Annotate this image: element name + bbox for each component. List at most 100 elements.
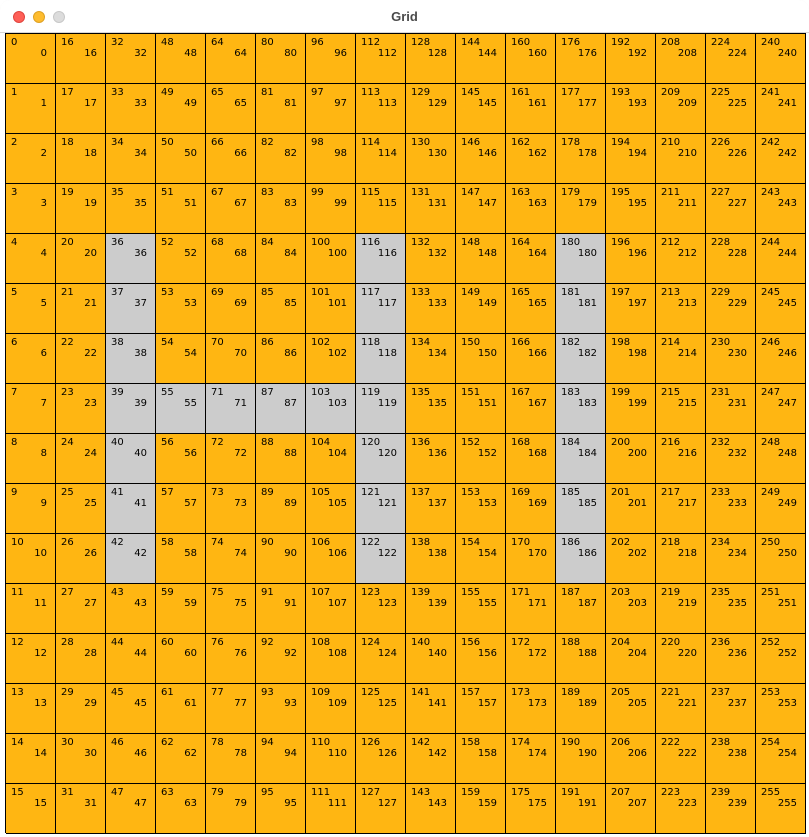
grid-cell[interactable]: 205 205 bbox=[606, 684, 656, 734]
grid-cell[interactable]: 190 190 bbox=[556, 734, 606, 784]
grid-cell[interactable]: 122 122 bbox=[356, 534, 406, 584]
grid-cell[interactable]: 212 212 bbox=[656, 234, 706, 284]
grid-cell[interactable]: 207 207 bbox=[606, 784, 656, 834]
grid-cell[interactable]: 98 98 bbox=[306, 134, 356, 184]
grid-cell[interactable]: 213 213 bbox=[656, 284, 706, 334]
grid-cell[interactable]: 140 140 bbox=[406, 634, 456, 684]
grid-cell[interactable]: 192 192 bbox=[606, 34, 656, 84]
grid-cell[interactable]: 173 173 bbox=[506, 684, 556, 734]
grid-cell[interactable]: 14 14 bbox=[6, 734, 56, 784]
grid-cell[interactable]: 248 248 bbox=[756, 434, 806, 484]
grid-cell[interactable]: 194 194 bbox=[606, 134, 656, 184]
grid-cell[interactable]: 139 139 bbox=[406, 584, 456, 634]
grid-cell[interactable]: 11 11 bbox=[6, 584, 56, 634]
grid-cell[interactable]: 159 159 bbox=[456, 784, 506, 834]
grid-cell[interactable]: 160 160 bbox=[506, 34, 556, 84]
grid-cell[interactable]: 175 175 bbox=[506, 784, 556, 834]
grid-cell[interactable]: 88 bbox=[6, 434, 56, 484]
grid-cell[interactable]: 96 96 bbox=[306, 34, 356, 84]
grid-cell[interactable]: 76 76 bbox=[206, 634, 256, 684]
grid-cell[interactable]: 124 124 bbox=[356, 634, 406, 684]
grid-cell[interactable]: 219 219 bbox=[656, 584, 706, 634]
grid-cell[interactable]: 214 214 bbox=[656, 334, 706, 384]
grid-cell[interactable]: 22 bbox=[6, 134, 56, 184]
grid-cell[interactable]: 246 246 bbox=[756, 334, 806, 384]
grid-cell[interactable]: 62 62 bbox=[156, 734, 206, 784]
grid-cell[interactable]: 121 121 bbox=[356, 484, 406, 534]
grid-cell[interactable]: 71 71 bbox=[206, 384, 256, 434]
grid-cell[interactable]: 171 171 bbox=[506, 584, 556, 634]
grid-cell[interactable]: 179 179 bbox=[556, 184, 606, 234]
grid-cell[interactable]: 50 50 bbox=[156, 134, 206, 184]
grid-cell[interactable]: 231 231 bbox=[706, 384, 756, 434]
grid-cell[interactable]: 80 80 bbox=[256, 34, 306, 84]
grid-cell[interactable]: 66 bbox=[6, 334, 56, 384]
grid-cell[interactable]: 87 87 bbox=[256, 384, 306, 434]
grid-cell[interactable]: 119 119 bbox=[356, 384, 406, 434]
grid-cell[interactable]: 144 144 bbox=[456, 34, 506, 84]
grid-cell[interactable]: 155 155 bbox=[456, 584, 506, 634]
grid-cell[interactable]: 223 223 bbox=[656, 784, 706, 834]
grid-cell[interactable]: 19 19 bbox=[56, 184, 106, 234]
grid-cell[interactable]: 193 193 bbox=[606, 84, 656, 134]
grid-cell[interactable]: 73 73 bbox=[206, 484, 256, 534]
grid-cell[interactable]: 44 44 bbox=[106, 634, 156, 684]
grid-cell[interactable]: 127 127 bbox=[356, 784, 406, 834]
grid-cell[interactable]: 21 21 bbox=[56, 284, 106, 334]
grid-cell[interactable]: 83 83 bbox=[256, 184, 306, 234]
grid-cell[interactable]: 118 118 bbox=[356, 334, 406, 384]
grid-cell[interactable]: 250 250 bbox=[756, 534, 806, 584]
grid-cell[interactable]: 222 222 bbox=[656, 734, 706, 784]
grid-cell[interactable]: 241 241 bbox=[756, 84, 806, 134]
grid-cell[interactable]: 69 69 bbox=[206, 284, 256, 334]
grid-cell[interactable]: 77 bbox=[6, 384, 56, 434]
grid-cell[interactable]: 15 15 bbox=[6, 784, 56, 834]
grid-cell[interactable]: 177 177 bbox=[556, 84, 606, 134]
grid-cell[interactable]: 33 33 bbox=[106, 84, 156, 134]
grid-cell[interactable]: 154 154 bbox=[456, 534, 506, 584]
grid-cell[interactable]: 120 120 bbox=[356, 434, 406, 484]
grid-cell[interactable]: 166 166 bbox=[506, 334, 556, 384]
grid-cell[interactable]: 156 156 bbox=[456, 634, 506, 684]
grid-cell[interactable]: 255 255 bbox=[756, 784, 806, 834]
grid-cell[interactable]: 239 239 bbox=[706, 784, 756, 834]
grid-cell[interactable]: 42 42 bbox=[106, 534, 156, 584]
grid-cell[interactable]: 123 123 bbox=[356, 584, 406, 634]
grid-cell[interactable]: 224 224 bbox=[706, 34, 756, 84]
grid-cell[interactable]: 32 32 bbox=[106, 34, 156, 84]
grid-cell[interactable]: 147 147 bbox=[456, 184, 506, 234]
grid-cell[interactable]: 189 189 bbox=[556, 684, 606, 734]
grid-cell[interactable]: 130 130 bbox=[406, 134, 456, 184]
grid-cell[interactable]: 227 227 bbox=[706, 184, 756, 234]
grid-cell[interactable]: 148 148 bbox=[456, 234, 506, 284]
grid-cell[interactable]: 115 115 bbox=[356, 184, 406, 234]
grid-cell[interactable]: 81 81 bbox=[256, 84, 306, 134]
grid-cell[interactable]: 22 22 bbox=[56, 334, 106, 384]
grid-cell[interactable]: 52 52 bbox=[156, 234, 206, 284]
grid-cell[interactable]: 195 195 bbox=[606, 184, 656, 234]
grid-cell[interactable]: 102 102 bbox=[306, 334, 356, 384]
grid-cell[interactable]: 43 43 bbox=[106, 584, 156, 634]
grid-cell[interactable]: 174 174 bbox=[506, 734, 556, 784]
grid-cell[interactable]: 134 134 bbox=[406, 334, 456, 384]
grid-cell[interactable]: 72 72 bbox=[206, 434, 256, 484]
grid-cell[interactable]: 254 254 bbox=[756, 734, 806, 784]
grid-cell[interactable]: 229 229 bbox=[706, 284, 756, 334]
grid-cell[interactable]: 106 106 bbox=[306, 534, 356, 584]
grid-cell[interactable]: 247 247 bbox=[756, 384, 806, 434]
grid-cell[interactable]: 204 204 bbox=[606, 634, 656, 684]
grid-cell[interactable]: 33 bbox=[6, 184, 56, 234]
grid-cell[interactable]: 178 178 bbox=[556, 134, 606, 184]
grid-cell[interactable]: 10 10 bbox=[6, 534, 56, 584]
grid-cell[interactable]: 221 221 bbox=[656, 684, 706, 734]
grid-cell[interactable]: 243 243 bbox=[756, 184, 806, 234]
grid-cell[interactable]: 217 217 bbox=[656, 484, 706, 534]
grid-cell[interactable]: 201 201 bbox=[606, 484, 656, 534]
grid-cell[interactable]: 168 168 bbox=[506, 434, 556, 484]
grid-cell[interactable]: 138 138 bbox=[406, 534, 456, 584]
grid-cell[interactable]: 68 68 bbox=[206, 234, 256, 284]
grid-cell[interactable]: 235 235 bbox=[706, 584, 756, 634]
grid-cell[interactable]: 135 135 bbox=[406, 384, 456, 434]
grid-cell[interactable]: 208 208 bbox=[656, 34, 706, 84]
grid-cell[interactable]: 203 203 bbox=[606, 584, 656, 634]
